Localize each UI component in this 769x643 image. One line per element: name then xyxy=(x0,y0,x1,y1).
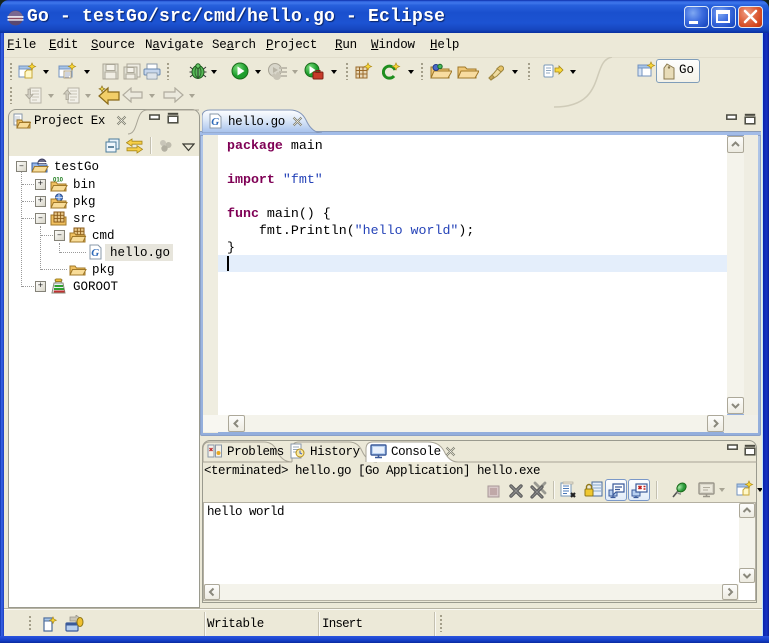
svg-text:G: G xyxy=(211,116,219,128)
svg-text:010: 010 xyxy=(53,178,64,184)
svg-text:G: G xyxy=(91,247,99,259)
